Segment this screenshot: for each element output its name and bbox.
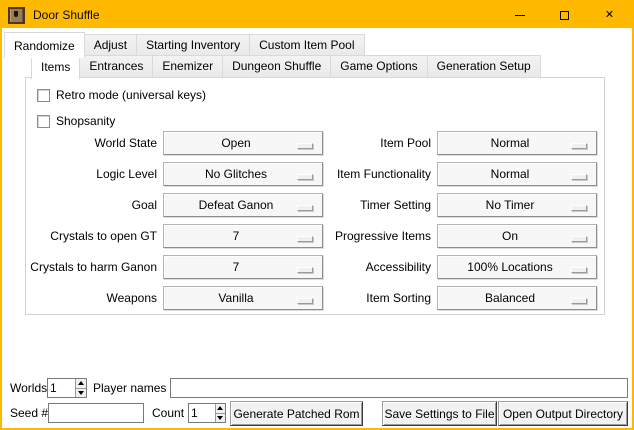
option-row: Logic Level No Glitches Item Functionali… <box>27 162 597 186</box>
shopsanity-checkbox[interactable] <box>37 115 50 128</box>
tab-custom-item-pool[interactable]: Custom Item Pool <box>250 34 364 57</box>
crystals-ganon-dropdown[interactable]: 7 <box>163 255 323 279</box>
tab-enemizer[interactable]: Enemizer <box>153 55 223 78</box>
retro-mode-option[interactable]: Retro mode (universal keys) <box>37 88 206 102</box>
shopsanity-label: Shopsanity <box>56 114 115 128</box>
retro-mode-label: Retro mode (universal keys) <box>56 88 206 102</box>
dropdown-indicator-icon <box>571 298 587 304</box>
item-sorting-label: Item Sorting <box>323 286 437 310</box>
option-row: Goal Defeat Ganon Timer Setting No Timer <box>27 193 597 217</box>
dropdown-indicator-icon <box>297 143 313 149</box>
item-functionality-dropdown[interactable]: Normal <box>437 162 597 186</box>
option-row: World State Open Item Pool Normal <box>27 131 597 155</box>
progressive-items-dropdown[interactable]: On <box>437 224 597 248</box>
dropdown-indicator-icon <box>571 143 587 149</box>
seed-label: Seed # <box>10 403 48 423</box>
close-icon: ✕ <box>605 10 614 21</box>
minimize-button[interactable] <box>497 2 542 28</box>
maximize-icon <box>560 11 569 20</box>
tab-game-options[interactable]: Game Options <box>331 55 427 78</box>
seed-input[interactable] <box>48 403 144 423</box>
dropdown-indicator-icon <box>571 174 587 180</box>
goal-dropdown[interactable]: Defeat Ganon <box>163 193 323 217</box>
option-row: Crystals to open GT 7 Progressive Items … <box>27 224 597 248</box>
count-input[interactable] <box>189 404 215 422</box>
tab-dungeon-shuffle[interactable]: Dungeon Shuffle <box>223 55 331 78</box>
world-state-dropdown[interactable]: Open <box>163 131 323 155</box>
door-shuffle-window: Door Shuffle ✕ Randomize Adjust Starting… <box>0 0 634 430</box>
accessibility-label: Accessibility <box>323 255 437 279</box>
tab-randomize[interactable]: Randomize <box>4 32 85 58</box>
main-tab-bar: Randomize Adjust Starting Inventory Cust… <box>4 31 365 57</box>
logic-level-label: Logic Level <box>27 162 163 186</box>
worlds-spinner[interactable] <box>47 378 87 398</box>
dropdown-indicator-icon <box>571 267 587 273</box>
crystals-ganon-label: Crystals to harm Ganon <box>27 255 163 279</box>
world-state-label: World State <box>27 131 163 155</box>
spin-down-button[interactable] <box>76 389 86 398</box>
weapons-dropdown[interactable]: Vanilla <box>163 286 323 310</box>
worlds-input[interactable] <box>48 379 75 397</box>
dropdown-indicator-icon <box>297 267 313 273</box>
window-title: Door Shuffle <box>33 8 100 22</box>
door-icon <box>8 7 25 24</box>
title-bar[interactable]: Door Shuffle ✕ <box>2 2 632 28</box>
count-label: Count <box>152 403 184 423</box>
item-sorting-dropdown[interactable]: Balanced <box>437 286 597 310</box>
tab-entrances[interactable]: Entrances <box>80 55 153 78</box>
accessibility-dropdown[interactable]: 100% Locations <box>437 255 597 279</box>
timer-setting-label: Timer Setting <box>323 193 437 217</box>
arrow-down-icon <box>217 416 223 420</box>
generate-patched-rom-button[interactable]: Generate Patched Rom <box>230 401 363 426</box>
spinner-buttons <box>215 404 225 422</box>
spin-up-button[interactable] <box>216 404 225 414</box>
spinner-buttons <box>75 379 86 397</box>
crystals-gt-dropdown[interactable]: 7 <box>163 224 323 248</box>
maximize-button[interactable] <box>542 2 587 28</box>
dropdown-indicator-icon <box>297 298 313 304</box>
player-names-input[interactable] <box>170 378 628 398</box>
worlds-label: Worlds <box>10 378 47 398</box>
tab-adjust[interactable]: Adjust <box>85 34 137 57</box>
crystals-gt-label: Crystals to open GT <box>27 224 163 248</box>
item-pool-dropdown[interactable]: Normal <box>437 131 597 155</box>
close-button[interactable]: ✕ <box>587 2 632 28</box>
minimize-icon <box>515 15 525 16</box>
arrow-up-icon <box>217 406 223 410</box>
option-row: Weapons Vanilla Item Sorting Balanced <box>27 286 597 310</box>
shopsanity-option[interactable]: Shopsanity <box>37 114 115 128</box>
tab-starting-inventory[interactable]: Starting Inventory <box>137 34 250 57</box>
item-functionality-label: Item Functionality <box>323 162 437 186</box>
player-names-label: Player names <box>93 378 166 398</box>
dropdown-indicator-icon <box>571 205 587 211</box>
option-row: Crystals to harm Ganon 7 Accessibility 1… <box>27 255 597 279</box>
progressive-items-label: Progressive Items <box>323 224 437 248</box>
save-settings-button[interactable]: Save Settings to File <box>382 401 497 426</box>
items-panel: Retro mode (universal keys) Shopsanity W… <box>25 77 605 315</box>
dropdown-indicator-icon <box>297 236 313 242</box>
dropdown-indicator-icon <box>297 205 313 211</box>
sub-tab-bar: Items Entrances Enemizer Dungeon Shuffle… <box>31 57 541 78</box>
open-output-directory-button[interactable]: Open Output Directory <box>498 401 628 426</box>
weapons-label: Weapons <box>27 286 163 310</box>
item-pool-label: Item Pool <box>323 131 437 155</box>
logic-level-dropdown[interactable]: No Glitches <box>163 162 323 186</box>
retro-mode-checkbox[interactable] <box>37 89 50 102</box>
tab-generation-setup[interactable]: Generation Setup <box>428 55 541 78</box>
dropdown-indicator-icon <box>571 236 587 242</box>
goal-label: Goal <box>27 193 163 217</box>
window-controls: ✕ <box>497 2 632 28</box>
arrow-up-icon <box>78 381 84 385</box>
spin-down-button[interactable] <box>216 414 225 423</box>
spin-up-button[interactable] <box>76 379 86 389</box>
arrow-down-icon <box>78 391 84 395</box>
dropdown-indicator-icon <box>297 174 313 180</box>
count-spinner[interactable] <box>188 403 226 423</box>
timer-setting-dropdown[interactable]: No Timer <box>437 193 597 217</box>
